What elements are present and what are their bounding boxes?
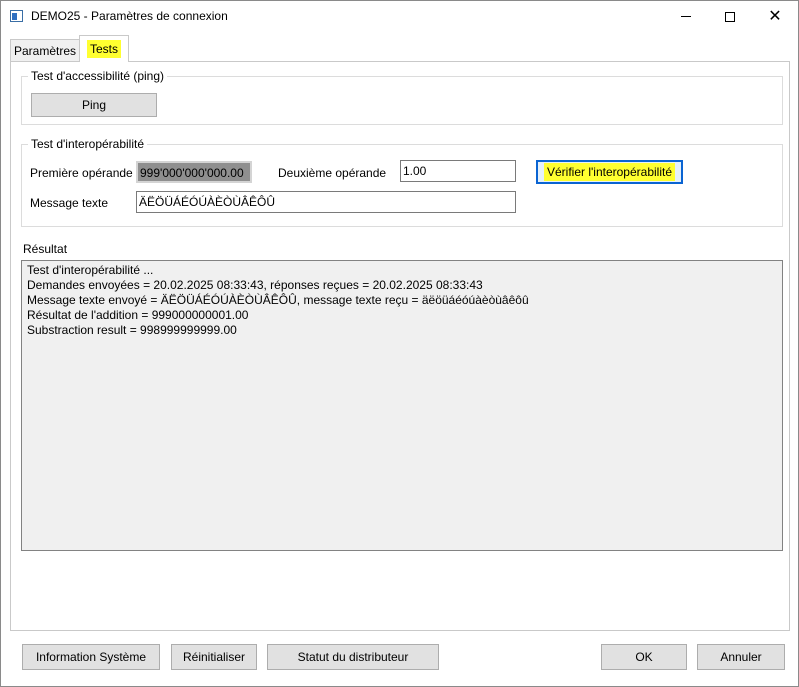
window-title: DEMO25 - Paramètres de connexion	[31, 9, 228, 23]
maximize-icon	[725, 11, 735, 22]
maximize-button[interactable]	[707, 1, 753, 32]
tab-label: Paramètres	[13, 43, 77, 58]
result-line: Test d'interopérabilité ...	[27, 263, 154, 277]
system-info-button[interactable]: Information Système	[22, 644, 160, 670]
result-line: Demandes envoyées = 20.02.2025 08:33:43,…	[27, 278, 483, 292]
result-title: Résultat	[23, 242, 68, 256]
minimize-button[interactable]	[663, 1, 709, 32]
app-icon	[10, 10, 23, 22]
minimize-icon	[681, 16, 691, 17]
distributor-status-button[interactable]: Statut du distributeur	[267, 644, 439, 670]
result-line: Message texte envoyé = ÄËÖÜÁÉÓÚÀÈÒÙÂÊÔÛ,…	[27, 293, 529, 307]
result-textbox[interactable]: Test d'interopérabilité ... Demandes env…	[21, 260, 783, 551]
tests-tab-panel: Test d'accessibilité (ping) Ping Test d'…	[10, 61, 790, 631]
verify-button-label: Vérifier l'interopérabilité	[543, 163, 675, 181]
interop-group-title: Test d'interopérabilité	[28, 137, 148, 151]
message-label: Message texte	[30, 196, 109, 210]
tab-label: Tests	[86, 40, 121, 58]
second-operand-field[interactable]: 1.00	[400, 160, 516, 182]
ping-button[interactable]: Ping	[31, 93, 157, 117]
close-button[interactable]: ✕	[752, 1, 798, 32]
cancel-button[interactable]: Annuler	[697, 644, 785, 670]
message-field[interactable]: ÄËÖÜÁÉÓÚÀÈÒÙÂÊÔÛ	[136, 191, 516, 213]
ok-button[interactable]: OK	[601, 644, 687, 670]
tab-tests[interactable]: Tests	[79, 35, 129, 62]
result-line: Substraction result = 998999999999.00	[27, 323, 237, 337]
connection-settings-window: DEMO25 - Paramètres de connexion ✕ Param…	[0, 0, 799, 687]
tab-parametres[interactable]: Paramètres	[10, 39, 80, 61]
reset-button[interactable]: Réinitialiser	[171, 644, 257, 670]
ping-group: Test d'accessibilité (ping) Ping	[21, 69, 783, 125]
interop-group: Test d'interopérabilité Première opérand…	[21, 137, 783, 227]
title-bar[interactable]: DEMO25 - Paramètres de connexion ✕	[1, 1, 798, 32]
ping-group-title: Test d'accessibilité (ping)	[28, 69, 168, 83]
verify-interoperability-button[interactable]: Vérifier l'interopérabilité	[536, 160, 683, 184]
result-line: Résultat de l'addition = 999000000001.00	[27, 308, 249, 322]
second-operand-label: Deuxième opérande	[278, 166, 387, 180]
first-operand-label: Première opérande	[30, 166, 133, 180]
close-icon: ✕	[768, 7, 782, 25]
first-operand-field[interactable]: 999'000'000'000.00	[136, 161, 252, 183]
